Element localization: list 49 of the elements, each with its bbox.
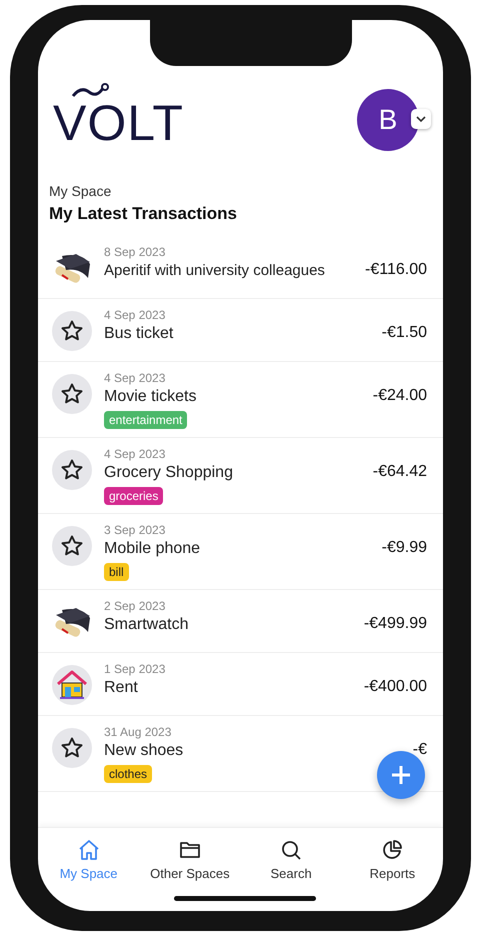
section-title: My Latest Transactions	[49, 204, 238, 224]
volt-logo: VOLT	[53, 82, 184, 150]
transaction-amount: -€1.50	[382, 324, 427, 342]
transaction-row[interactable]: 3 Sep 2023 Mobile phone bill -€9.99	[38, 514, 443, 590]
nav-tab[interactable]: Reports	[342, 838, 443, 881]
nav-tab[interactable]: Search	[240, 838, 342, 881]
transaction-row[interactable]: 1 Sep 2023 Rent -€400.00	[38, 653, 443, 716]
transaction-title: Mobile phone	[104, 539, 200, 559]
space-name: My Space	[49, 183, 112, 199]
transaction-amount: -€24.00	[372, 387, 427, 405]
profile-avatar[interactable]: B	[357, 89, 419, 151]
category-tag: groceries	[104, 487, 164, 505]
transaction-date: 4 Sep 2023	[104, 307, 166, 323]
chevron-down-icon[interactable]	[411, 109, 431, 129]
transaction-row[interactable]: 8 Sep 2023 Aperitif with university colleagues -€116.00	[38, 236, 443, 299]
transaction-date: 31 Aug 2023	[104, 724, 172, 740]
transaction-amount: -€	[412, 741, 427, 759]
transaction-amount: -€64.42	[372, 463, 427, 481]
category-tag: clothes	[104, 765, 152, 783]
transaction-title: Grocery Shopping	[104, 463, 233, 483]
transaction-date: 2 Sep 2023	[104, 598, 166, 614]
transaction-date: 1 Sep 2023	[104, 661, 166, 677]
transaction-title: Aperitif with university colleagues	[104, 261, 325, 281]
nav-tab[interactable]: Other Spaces	[139, 838, 240, 881]
transaction-row[interactable]: 4 Sep 2023 Grocery Shopping groceries -€64.42	[38, 438, 443, 514]
transaction-amount: -€9.99	[382, 539, 427, 557]
category-tag: bill	[104, 563, 129, 581]
transaction-title: Smartwatch	[104, 615, 188, 635]
home-icon	[76, 838, 101, 862]
house-icon	[52, 665, 92, 705]
transaction-row[interactable]: 4 Sep 2023 Movie tickets entertainment -€24.00	[38, 362, 443, 438]
transaction-amount: -€400.00	[364, 678, 427, 696]
transaction-title: Movie tickets	[104, 387, 196, 407]
category-tag: entertainment	[104, 411, 188, 429]
transaction-date: 4 Sep 2023	[104, 370, 166, 386]
transaction-date: 3 Sep 2023	[104, 522, 166, 538]
transaction-date: 8 Sep 2023	[104, 244, 166, 260]
transaction-row[interactable]: 2 Sep 2023 Smartwatch -€499.99	[38, 590, 443, 653]
transaction-row[interactable]: 4 Sep 2023 Bus ticket -€1.50	[38, 299, 443, 362]
transaction-title: Rent	[104, 678, 138, 698]
transaction-title: Bus ticket	[104, 324, 174, 344]
transaction-amount: -€499.99	[364, 615, 427, 633]
transaction-amount: -€116.00	[365, 261, 427, 279]
plus-icon	[389, 763, 413, 787]
pie-chart-icon	[380, 838, 404, 862]
search-icon	[279, 838, 304, 862]
transaction-title: New shoes	[104, 741, 184, 761]
nav-tab[interactable]: My Space	[38, 838, 140, 881]
transaction-date: 4 Sep 2023	[104, 446, 166, 462]
